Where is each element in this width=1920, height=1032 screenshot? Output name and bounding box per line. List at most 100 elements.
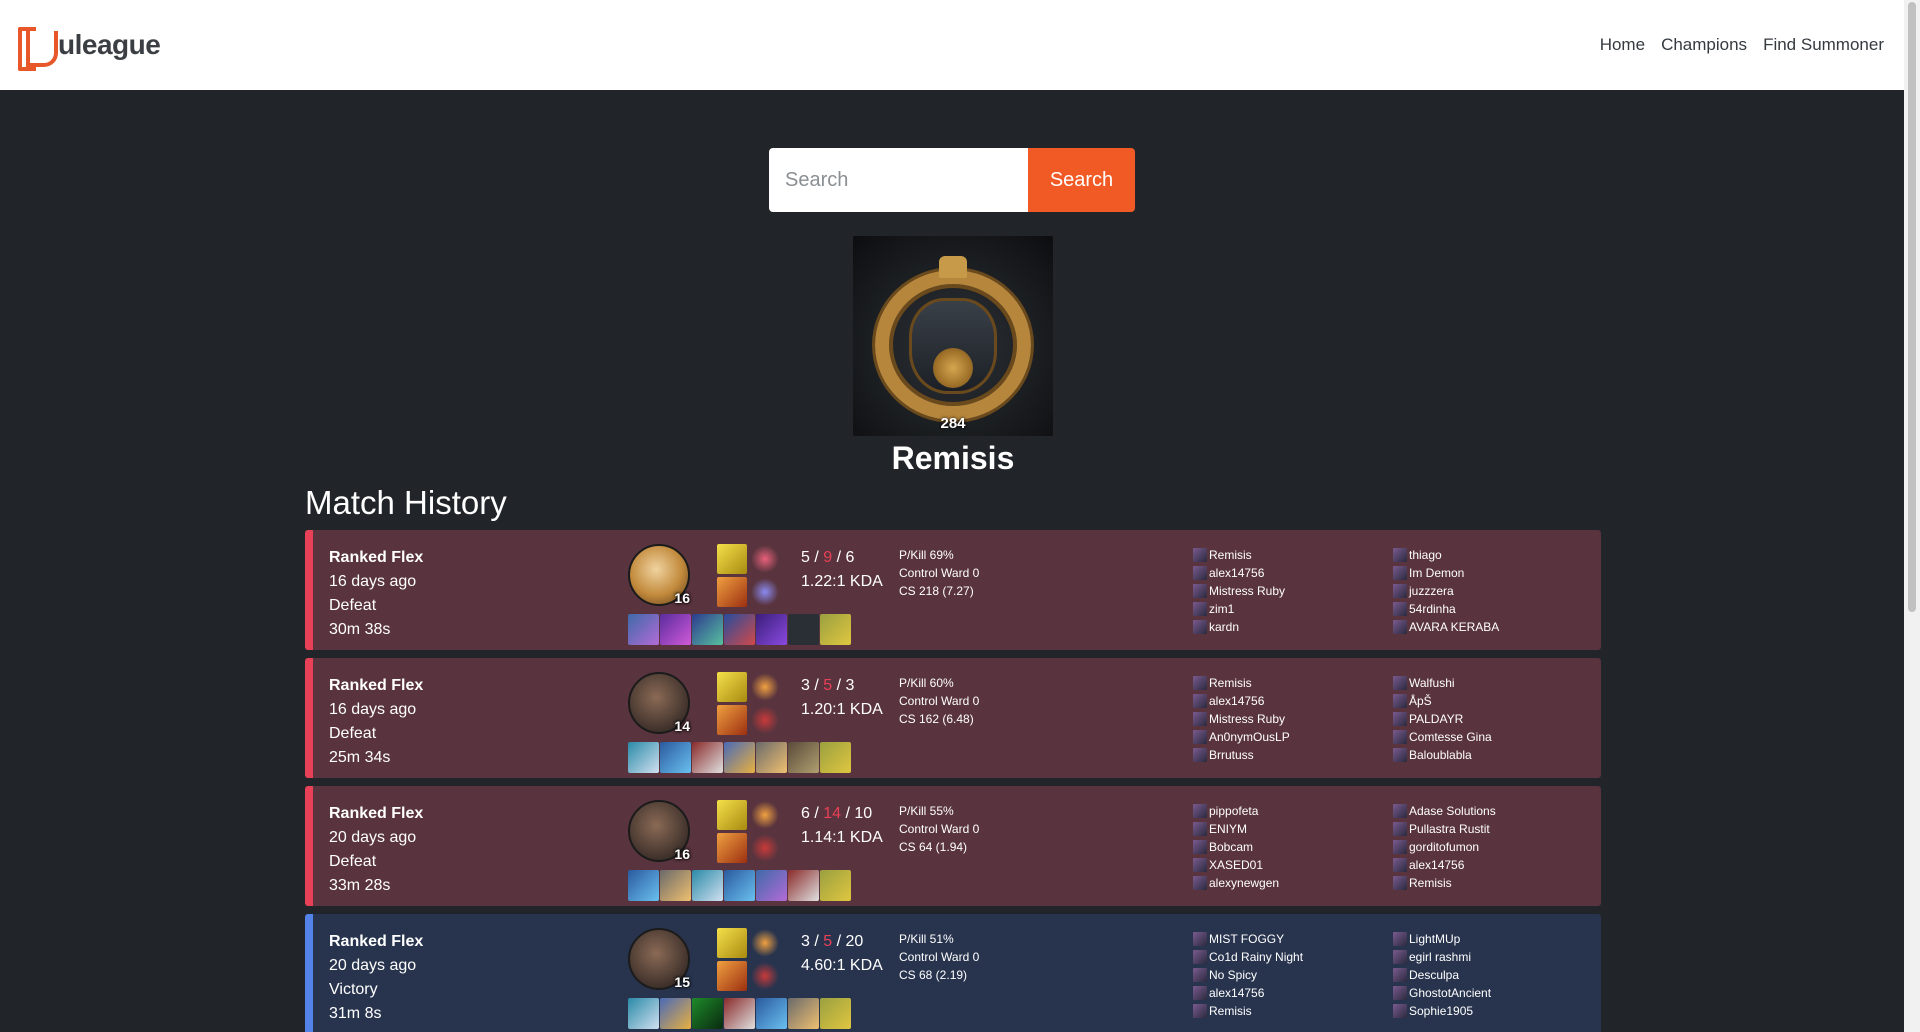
- player-name: ÅpŠ: [1409, 694, 1432, 708]
- player-row[interactable]: Im Demon: [1393, 564, 1499, 582]
- player-row[interactable]: MIST FOGGY: [1193, 930, 1303, 948]
- top-navbar: uleague Home Champions Find Summoner: [0, 0, 1904, 90]
- champion-mini-icon: [1193, 950, 1207, 964]
- empty-item-slot: [788, 614, 819, 645]
- player-row[interactable]: LightMUp: [1393, 930, 1491, 948]
- player-row[interactable]: 54rdinha: [1393, 600, 1499, 618]
- nav-champions-link[interactable]: Champions: [1661, 35, 1747, 55]
- player-name: ENIYM: [1209, 822, 1248, 836]
- blue-team-list: pippofeta ENIYM Bobcam XASED01 alexynewg…: [1193, 802, 1279, 892]
- player-name: MIST FOGGY: [1209, 932, 1285, 946]
- trinket-icon: [820, 742, 851, 773]
- player-row[interactable]: Sophie1905: [1393, 1002, 1491, 1020]
- player-row[interactable]: ÅpŠ: [1393, 692, 1492, 710]
- match-time-ago: 20 days ago: [329, 957, 417, 974]
- player-row[interactable]: zim1: [1193, 600, 1285, 618]
- player-row[interactable]: Co1d Rainy Night: [1193, 948, 1303, 966]
- match-card[interactable]: Ranked Flex 20 days ago Victory 31m 8s 1…: [305, 914, 1601, 1032]
- champion-level: 14: [674, 718, 690, 734]
- search-button[interactable]: Search: [1028, 148, 1135, 212]
- kda-ratio: 1.14:1 KDA: [801, 829, 883, 846]
- player-row[interactable]: alex14756: [1193, 692, 1290, 710]
- player-row[interactable]: PALDAYR: [1393, 710, 1492, 728]
- player-row[interactable]: Walfushi: [1393, 674, 1492, 692]
- secondary-rune-icon: [750, 577, 780, 607]
- nav-find-summoner-link[interactable]: Find Summoner: [1763, 35, 1884, 55]
- match-card[interactable]: Ranked Flex 20 days ago Defeat 33m 28s 1…: [305, 786, 1601, 906]
- match-duration: 30m 38s: [329, 621, 391, 638]
- match-card[interactable]: Ranked Flex 16 days ago Defeat 30m 38s 1…: [305, 530, 1601, 650]
- player-row[interactable]: Remisis: [1193, 1002, 1303, 1020]
- control-wards: Control Ward 0: [899, 950, 980, 964]
- assists: 10: [854, 805, 873, 822]
- player-row[interactable]: alex14756: [1393, 856, 1496, 874]
- blue-team-list: Remisis alex14756 Mistress Ruby zim1 kar…: [1193, 546, 1285, 636]
- player-row[interactable]: ENIYM: [1193, 820, 1279, 838]
- scrollbar-thumb[interactable]: [1908, 2, 1916, 612]
- player-row[interactable]: Mistress Ruby: [1193, 710, 1290, 728]
- player-name: Mistress Ruby: [1209, 712, 1286, 726]
- flash-spell-icon: [717, 928, 747, 958]
- player-name: Brrutuss: [1209, 748, 1254, 762]
- item-icon: [628, 870, 659, 901]
- player-row[interactable]: Desculpa: [1393, 966, 1491, 984]
- player-row[interactable]: No Spicy: [1193, 966, 1303, 984]
- page-scrollbar[interactable]: [1904, 0, 1920, 1032]
- item-icon: [660, 614, 691, 645]
- player-name: PALDAYR: [1409, 712, 1464, 726]
- kda-line: 6 / 14 / 10: [801, 805, 873, 822]
- player-row[interactable]: Comtesse Gina: [1393, 728, 1492, 746]
- deaths: 5: [823, 933, 833, 950]
- match-result: Defeat: [329, 725, 377, 742]
- item-icon: [628, 614, 659, 645]
- control-wards: Control Ward 0: [899, 694, 980, 708]
- player-row[interactable]: Brrutuss: [1193, 746, 1290, 764]
- player-row[interactable]: alex14756: [1193, 564, 1285, 582]
- player-row[interactable]: kardn: [1193, 618, 1285, 636]
- player-row[interactable]: thiago: [1393, 546, 1499, 564]
- player-row[interactable]: alexynewgen: [1193, 874, 1279, 892]
- blue-team-list: MIST FOGGY Co1d Rainy Night No Spicy ale…: [1193, 930, 1303, 1020]
- rank-emblem-knot: [933, 348, 973, 388]
- player-row[interactable]: Remisis: [1193, 674, 1290, 692]
- creep-score: CS 162 (6.48): [899, 712, 974, 726]
- player-name: GhostotAncient: [1409, 986, 1492, 1000]
- item-icon: [628, 742, 659, 773]
- ignite-spell-icon: [717, 577, 747, 607]
- player-row[interactable]: Bobcam: [1193, 838, 1279, 856]
- kda-line: 3 / 5 / 3: [801, 677, 855, 694]
- player-row[interactable]: XASED01: [1193, 856, 1279, 874]
- item-build: [628, 998, 851, 1029]
- summoner-profile-icon: 284: [853, 236, 1053, 436]
- champion-mini-icon: [1193, 748, 1207, 762]
- champion-mini-icon: [1393, 548, 1407, 562]
- brand-logo-link[interactable]: uleague: [16, 25, 161, 71]
- player-row[interactable]: An0nymOusLP: [1193, 728, 1290, 746]
- player-row[interactable]: Mistress Ruby: [1193, 582, 1285, 600]
- player-row[interactable]: GhostotAncient: [1393, 984, 1491, 1002]
- nav-home-link[interactable]: Home: [1600, 35, 1645, 55]
- player-row[interactable]: AVARA KERABA: [1393, 618, 1499, 636]
- player-row[interactable]: pippofeta: [1193, 802, 1279, 820]
- player-row[interactable]: juzzzera: [1393, 582, 1499, 600]
- blue-team-list: Remisis alex14756 Mistress Ruby An0nymOu…: [1193, 674, 1290, 764]
- player-row[interactable]: Pullastra Rustit: [1393, 820, 1496, 838]
- player-row[interactable]: egirl rashmi: [1393, 948, 1491, 966]
- player-name: pippofeta: [1209, 804, 1259, 818]
- player-name: LightMUp: [1409, 932, 1461, 946]
- flash-spell-icon: [717, 672, 747, 702]
- match-duration: 33m 28s: [329, 877, 391, 894]
- item-icon: [724, 614, 755, 645]
- player-row[interactable]: alex14756: [1193, 984, 1303, 1002]
- kill-participation: P/Kill 69%: [899, 548, 954, 562]
- summoner-spells: [717, 800, 780, 863]
- player-row[interactable]: Remisis: [1193, 546, 1285, 564]
- item-icon: [724, 870, 755, 901]
- match-result: Defeat: [329, 597, 377, 614]
- player-row[interactable]: gorditofumon: [1393, 838, 1496, 856]
- player-row[interactable]: Adase Solutions: [1393, 802, 1496, 820]
- summoner-search-input[interactable]: [769, 148, 1028, 212]
- player-row[interactable]: Remisis: [1393, 874, 1496, 892]
- match-card[interactable]: Ranked Flex 16 days ago Defeat 25m 34s 1…: [305, 658, 1601, 778]
- player-row[interactable]: Baloublabla: [1393, 746, 1492, 764]
